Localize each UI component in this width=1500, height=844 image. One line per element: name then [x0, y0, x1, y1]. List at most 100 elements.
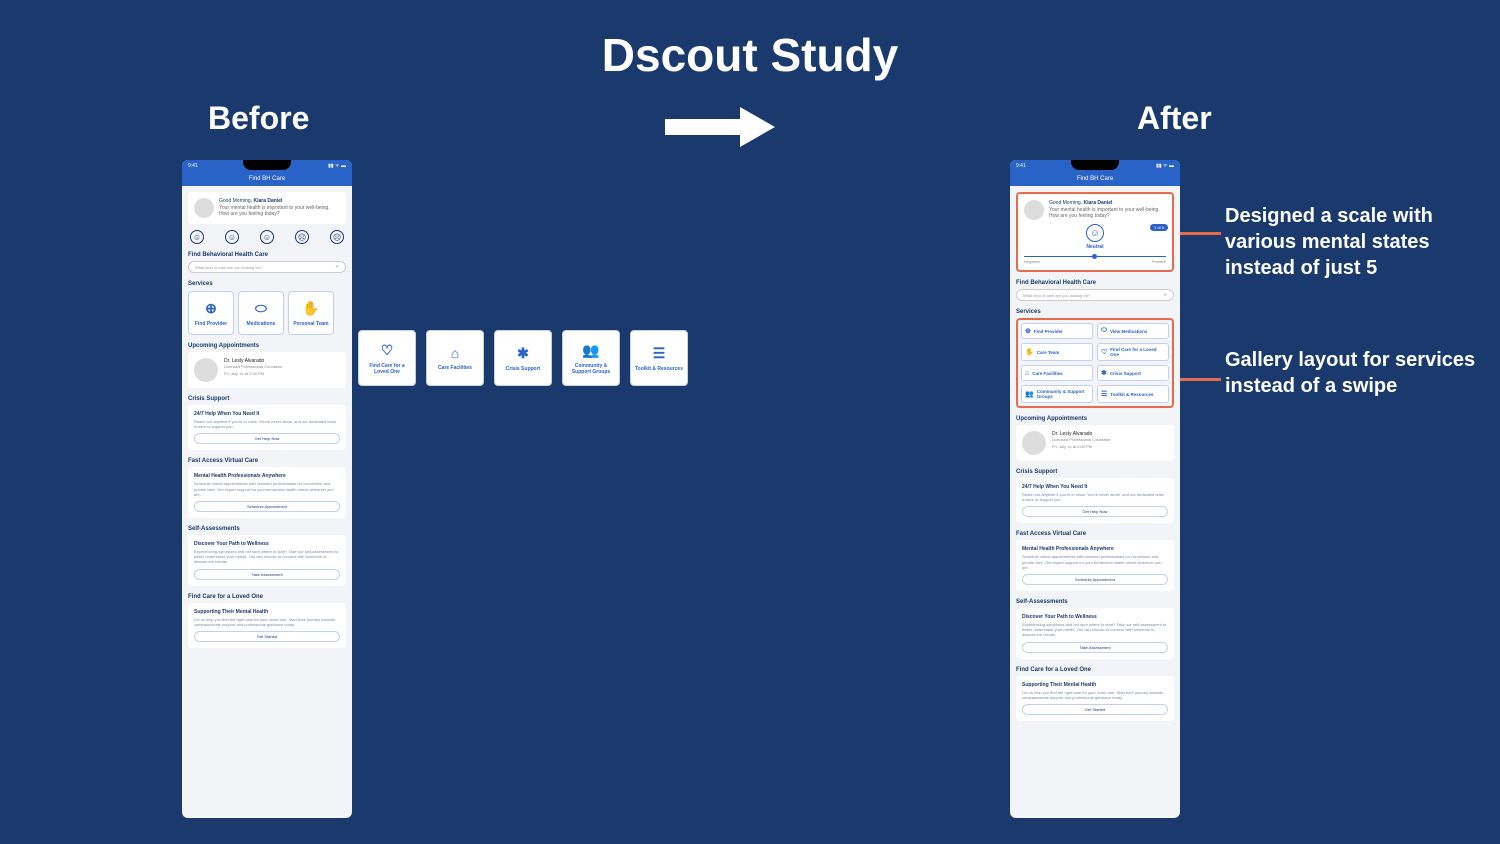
svc-find-provider[interactable]: ⊕Find Provider — [188, 291, 234, 335]
fast-card: Mental Health Professionals Anywhere Sch… — [1016, 540, 1174, 591]
status-time: 9:41 — [188, 163, 198, 169]
arrow-icon — [660, 102, 780, 157]
section-fast-access: Fast Access Virtual Care — [188, 458, 346, 464]
section-appointments: Upcoming Appointments — [1016, 416, 1174, 422]
loved-body: Let us help you find the right care for … — [194, 617, 340, 627]
fast-heading: Mental Health Professionals Anywhere — [1022, 546, 1168, 552]
get-started-button[interactable]: Get Started — [1022, 704, 1168, 715]
pill-icon: ⬭ — [1101, 327, 1107, 335]
section-crisis: Crisis Support — [188, 396, 346, 402]
annotation-gallery: Gallery layout for services instead of a… — [1225, 347, 1485, 399]
svc-loved-one[interactable]: ♡Find Care for a Loved One — [358, 330, 416, 386]
nav-bar: Find BH Care — [182, 172, 352, 186]
section-find-care: Find Behavioral Health Care — [188, 252, 346, 258]
take-assessment-button[interactable]: Take Assessment — [194, 569, 340, 580]
heart-icon: ♡ — [1101, 348, 1107, 356]
mood-label: Neutral — [1024, 244, 1166, 250]
asterisk-icon: ✱ — [1101, 369, 1107, 377]
svc-care-team[interactable]: ✋Care Team — [1021, 343, 1093, 361]
status-icons: ▮▮ ᯤ ▬ — [1156, 163, 1174, 169]
self-card: Discover Your Path to Wellness Experienc… — [188, 535, 346, 586]
svc-crisis-support[interactable]: ✱Crisis Support — [1097, 365, 1169, 381]
fast-body: Schedule virtual appointments with licen… — [1022, 554, 1168, 570]
before-label: Before — [208, 100, 309, 137]
get-help-button[interactable]: Get Help Now — [194, 433, 340, 444]
services-row[interactable]: ⊕Find Provider ⬭Medications ✋Personal Te… — [188, 291, 346, 335]
phone-before: 9:41 ▮▮ ᯤ ▬ Find BH Care Good Morning, K… — [182, 160, 352, 818]
mood-face-1[interactable]: ☺ — [190, 230, 204, 244]
people-icon: 👥 — [582, 342, 599, 359]
self-body: Experiencing symptoms and not sure where… — [1022, 622, 1168, 638]
crisis-heading: 24/7 Help When You Need It — [194, 411, 340, 417]
get-help-button[interactable]: Get Help Now — [1022, 506, 1168, 517]
search-input[interactable]: What kind of care are you looking for? ⌕ — [188, 261, 346, 273]
appointment-time: Fri, July 14 at 2:00 PM — [224, 371, 282, 376]
svc-personal-team[interactable]: ✋Personal Team — [288, 291, 334, 335]
svc-medications[interactable]: ⬭View Medications — [1097, 323, 1169, 339]
loved-card: Supporting Their Mental Health Let us he… — [1016, 676, 1174, 721]
get-started-button[interactable]: Get Started — [194, 631, 340, 642]
svc-toolkit[interactable]: ☰Toolkit & Resources — [1097, 385, 1169, 403]
page-title: Dscout Study — [602, 28, 898, 82]
heart-icon: ♡ — [381, 342, 394, 359]
section-appointments: Upcoming Appointments — [188, 343, 346, 349]
schedule-button[interactable]: Schedule Appointment — [194, 501, 340, 512]
search-icon: ⌕ — [1164, 292, 1167, 299]
mood-negative-label: Negative — [1024, 259, 1040, 264]
mood-face-4[interactable]: ☹ — [295, 230, 309, 244]
mood-face-5[interactable]: ☹ — [330, 230, 344, 244]
fast-card: Mental Health Professionals Anywhere Sch… — [188, 467, 346, 518]
take-assessment-button[interactable]: Take Assessment — [1022, 642, 1168, 653]
svc-care-facilities[interactable]: ⌂Care Facilities — [426, 330, 484, 386]
phone-after: 9:41 ▮▮ ᯤ ▬ Find BH Care Good Morning, K… — [1010, 160, 1180, 818]
status-time: 9:41 — [1016, 163, 1026, 169]
status-icons: ▮▮ ᯤ ▬ — [328, 163, 346, 169]
mood-slider[interactable] — [1024, 256, 1166, 257]
svc-community[interactable]: 👥Community & Support Groups — [562, 330, 620, 386]
appointment-card[interactable]: Dr. Lesly Alvarado Licensed Professional… — [1016, 425, 1174, 461]
mood-positive-label: Positive — [1152, 259, 1166, 264]
status-bar: 9:41 ▮▮ ᯤ ▬ — [182, 160, 352, 172]
section-loved-one: Find Care for a Loved One — [188, 594, 346, 600]
section-find-care: Find Behavioral Health Care — [1016, 280, 1174, 286]
svc-community[interactable]: 👥Community & Support Groups — [1021, 385, 1093, 403]
loved-body: Let us help you find the right care for … — [1022, 690, 1168, 700]
svc-find-provider[interactable]: ⊕Find Provider — [1021, 323, 1093, 339]
mood-face-3[interactable]: ☺ — [260, 230, 274, 244]
asterisk-icon: ✱ — [517, 345, 529, 362]
fast-body: Schedule virtual appointments with licen… — [194, 481, 340, 497]
greeting-sub: Your mental health is important to your … — [1049, 207, 1166, 219]
crisis-body: Reach out anytime if you're in crisis. Y… — [1022, 492, 1168, 502]
appointment-card[interactable]: Dr. Lesly Alvarado Licensed Professional… — [188, 352, 346, 388]
mood-slider-card: Good Morning, Kiara Daniel Your mental h… — [1016, 192, 1174, 272]
svc-crisis-support[interactable]: ✱Crisis Support — [494, 330, 552, 386]
schedule-button[interactable]: Schedule Appointment — [1022, 574, 1168, 585]
self-heading: Discover Your Path to Wellness — [1022, 614, 1168, 620]
fast-heading: Mental Health Professionals Anywhere — [194, 473, 340, 479]
svc-care-facilities[interactable]: ⌂Care Facilities — [1021, 365, 1093, 381]
svc-medications[interactable]: ⬭Medications — [238, 291, 284, 335]
services-grid: ⊕Find Provider ⬭View Medications ✋Care T… — [1016, 318, 1174, 408]
crisis-heading: 24/7 Help When You Need It — [1022, 484, 1168, 490]
self-body: Experiencing symptoms and not sure where… — [194, 549, 340, 565]
greeting-sub: Your mental health is important to your … — [219, 205, 340, 217]
mood-count-badge: 1 of 5 — [1150, 224, 1168, 231]
pill-icon: ⬭ — [255, 300, 267, 317]
hand-icon: ✋ — [302, 300, 319, 317]
shield-icon: ⊕ — [1025, 327, 1031, 335]
mood-row: ☺ ☺ ☺ ☹ ☹ — [188, 230, 346, 244]
svc-loved-one[interactable]: ♡Find Care for a Loved One — [1097, 343, 1169, 361]
doctor-avatar — [194, 358, 218, 382]
avatar — [1024, 200, 1044, 220]
house-icon: ⌂ — [1025, 370, 1029, 377]
self-card: Discover Your Path to Wellness Experienc… — [1016, 608, 1174, 659]
search-placeholder: What kind of care are you looking for? — [1023, 293, 1090, 298]
mood-face-2[interactable]: ☺ — [225, 230, 239, 244]
services-overflow: ♡Find Care for a Loved One ⌂Care Facilit… — [358, 330, 688, 386]
section-self-assess: Self-Assessments — [188, 526, 346, 532]
list-icon: ☰ — [653, 345, 666, 362]
self-heading: Discover Your Path to Wellness — [194, 541, 340, 547]
svc-toolkit[interactable]: ☰Toolkit & Resources — [630, 330, 688, 386]
search-input[interactable]: What kind of care are you looking for? ⌕ — [1016, 289, 1174, 301]
crisis-body: Reach out anytime if you're in crisis. Y… — [194, 419, 340, 429]
